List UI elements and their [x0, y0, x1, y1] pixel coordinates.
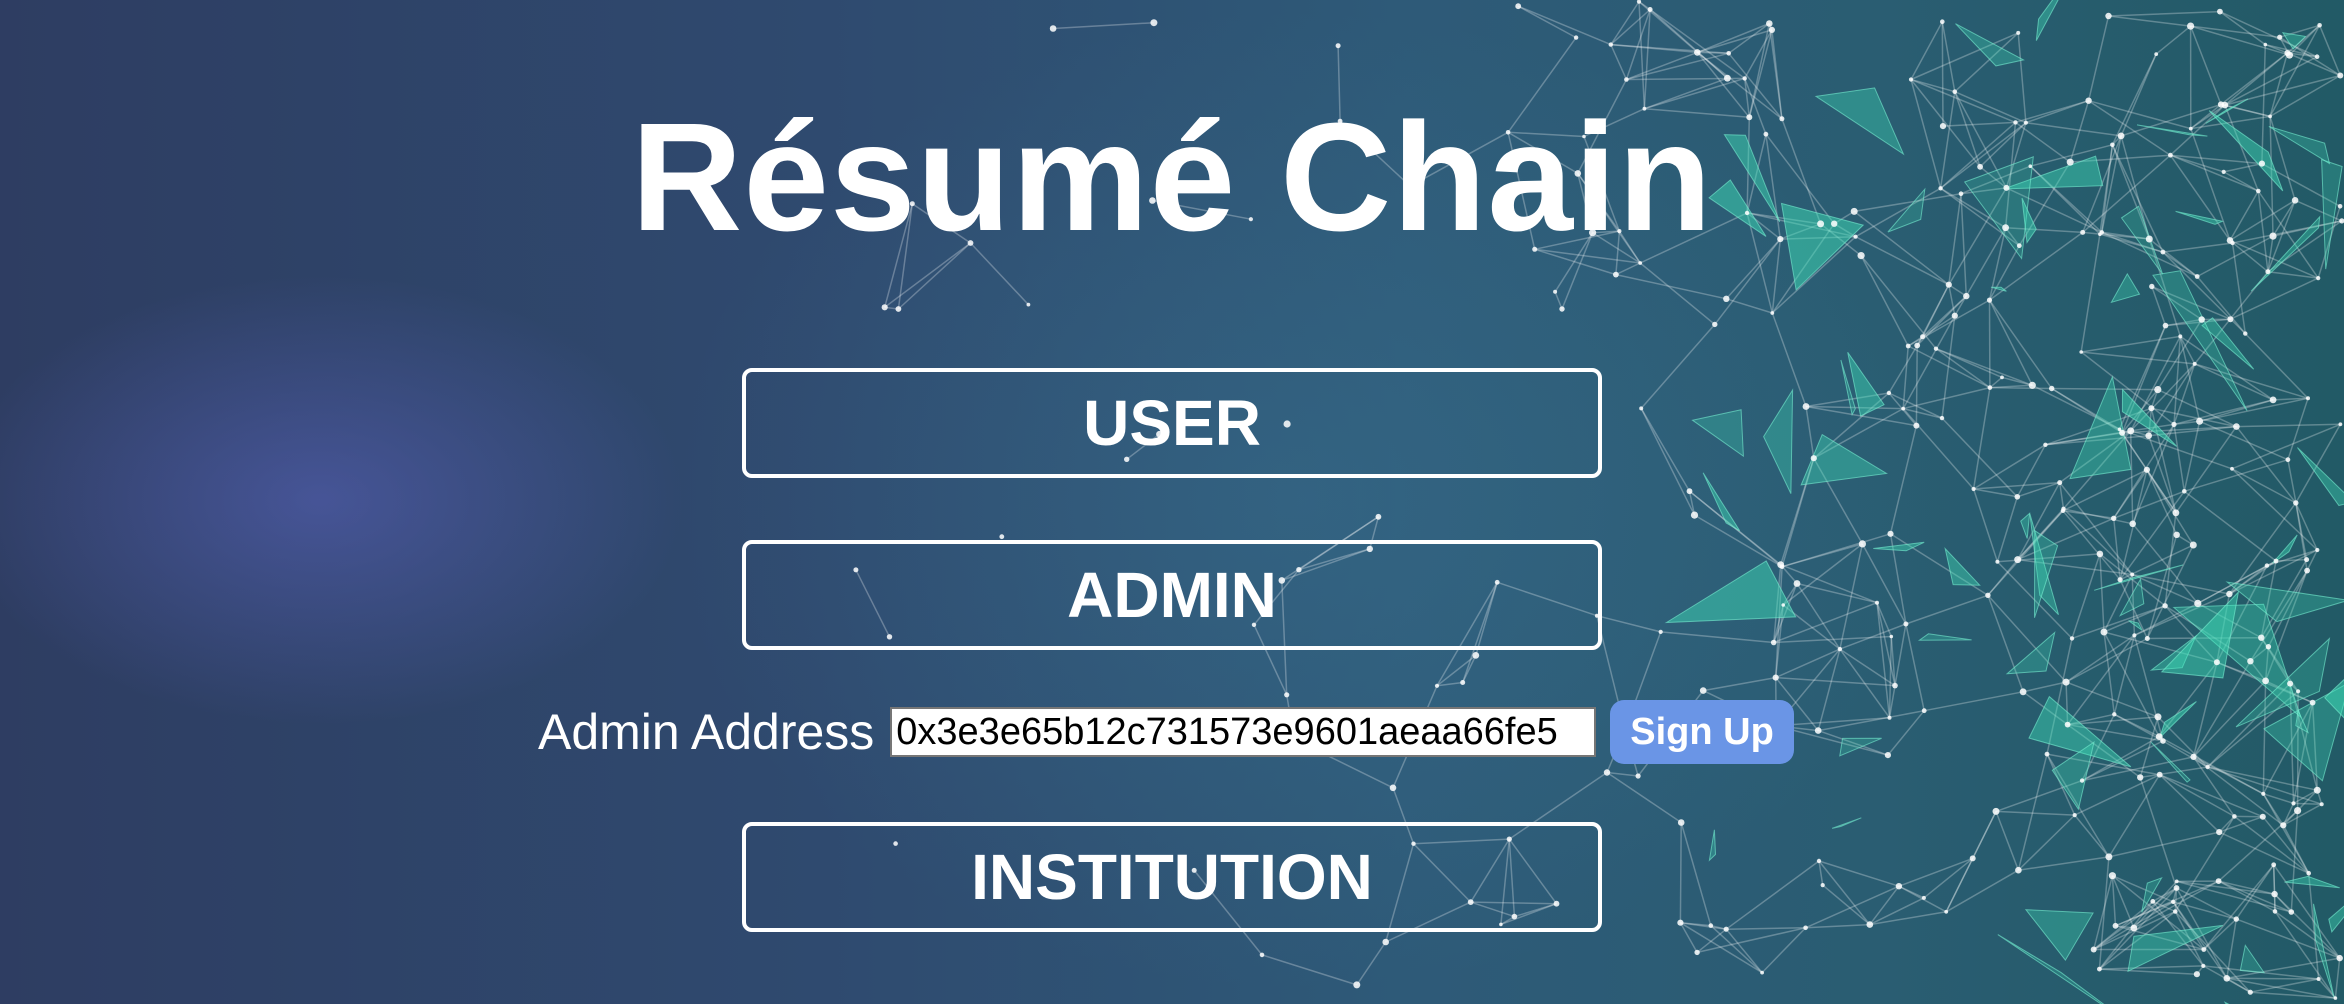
- landing-page: Résumé Chain USER ADMIN Admin Address Si…: [0, 0, 2344, 1004]
- app-title: Résumé Chain: [631, 91, 1713, 263]
- admin-role-button[interactable]: ADMIN: [742, 540, 1602, 650]
- user-role-button[interactable]: USER: [742, 368, 1602, 478]
- sign-up-button[interactable]: Sign Up: [1610, 700, 1794, 764]
- admin-signup-row: Admin Address Sign Up: [538, 700, 1794, 764]
- admin-address-input[interactable]: [890, 707, 1597, 757]
- admin-address-label: Admin Address: [538, 704, 875, 760]
- institution-role-button[interactable]: INSTITUTION: [742, 822, 1602, 932]
